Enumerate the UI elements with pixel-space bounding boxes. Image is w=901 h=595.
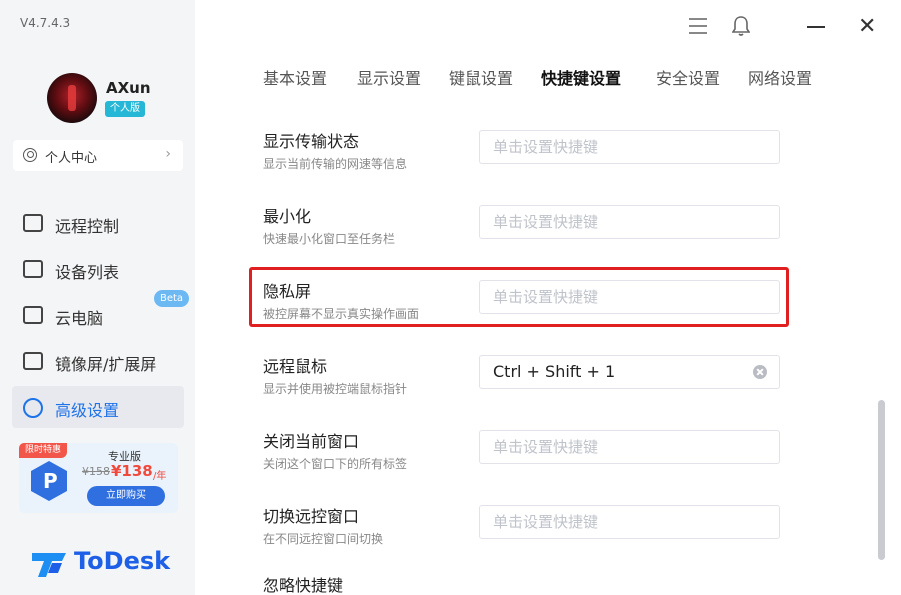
device-list-icon: [23, 260, 43, 278]
sidebar-item-advanced-settings[interactable]: 高级设置: [12, 386, 184, 428]
beta-badge: Beta: [154, 290, 190, 307]
hotkey-input-remote-mouse[interactable]: Ctrl + Shift + 1: [479, 355, 780, 389]
shortcut-title: 最小化: [263, 207, 312, 226]
hotkey-input-switch-window[interactable]: 单击设置快捷键: [479, 505, 780, 539]
hotkey-input-transfer-status[interactable]: 单击设置快捷键: [479, 130, 780, 164]
shortcut-title: 关闭当前窗口: [263, 432, 360, 451]
plan-badge: 个人版: [105, 101, 145, 117]
hotkey-input-close-window[interactable]: 单击设置快捷键: [479, 430, 780, 464]
promo-tag: 限时特惠: [19, 443, 68, 458]
bell-icon[interactable]: [732, 15, 750, 37]
sidebar: V4.7.4.3 AXun 个人版 个人中心 › 远程控制 设备列表 云电脑 B…: [0, 0, 195, 595]
close-icon[interactable]: ✕: [858, 16, 876, 38]
promo-card[interactable]: 限时特惠 P 专业版 ¥158 ¥138 /年 立即购买: [19, 443, 178, 513]
shortcut-title: 远程鼠标: [263, 357, 328, 376]
tab-network[interactable]: 网络设置: [748, 65, 812, 89]
hotkey-input-minimize[interactable]: 单击设置快捷键: [479, 205, 780, 239]
shortcut-title: 忽略快捷键: [263, 576, 344, 595]
sidebar-item-label: 远程控制: [55, 217, 120, 236]
shortcut-title: 切换远控窗口: [263, 507, 360, 526]
shortcut-desc: 在不同远控窗口间切换: [263, 532, 384, 546]
menu-icon[interactable]: [689, 18, 707, 34]
brand-name: ToDesk: [74, 547, 171, 575]
sidebar-item-label: 镜像屏/扩展屏: [55, 355, 157, 374]
shortcut-desc: 显示并使用被控端鼠标指针: [263, 382, 408, 396]
sidebar-item-device-list[interactable]: 设备列表: [12, 248, 184, 290]
avatar[interactable]: [47, 73, 97, 123]
user-icon: [23, 148, 37, 162]
price-old: ¥158: [82, 465, 110, 478]
sidebar-item-label: 云电脑: [55, 309, 104, 328]
pro-letter: P: [43, 469, 58, 493]
tab-shortcuts[interactable]: 快捷键设置: [541, 65, 621, 89]
app-version: V4.7.4.3: [20, 16, 71, 30]
clear-icon[interactable]: [753, 365, 767, 379]
shortcut-title: 显示传输状态: [263, 132, 360, 151]
tab-display[interactable]: 显示设置: [357, 65, 421, 89]
shortcut-desc: 快速最小化窗口至任务栏: [263, 232, 396, 246]
mirror-screen-icon: [23, 352, 43, 370]
username: AXun: [106, 79, 151, 97]
price-unit: /年: [153, 471, 167, 482]
sidebar-item-label: 高级设置: [55, 401, 120, 420]
buy-now-button[interactable]: 立即购买: [87, 486, 165, 506]
sidebar-item-remote-control[interactable]: 远程控制: [12, 202, 184, 244]
remote-control-icon: [23, 214, 43, 232]
hotkey-value: Ctrl + Shift + 1: [493, 362, 616, 381]
shortcut-desc: 显示当前传输的网速等信息: [263, 157, 408, 171]
personal-center-label: 个人中心: [45, 151, 98, 166]
minimize-icon[interactable]: [807, 26, 825, 28]
price-new: ¥138: [111, 462, 153, 480]
tab-keyboard-mouse[interactable]: 键鼠设置: [449, 65, 513, 89]
chevron-right-icon: ›: [165, 146, 171, 162]
todesk-logo-icon: [32, 553, 66, 577]
personal-center-button[interactable]: 个人中心 ›: [13, 140, 183, 171]
highlight-box: [249, 267, 789, 327]
avatar-figure: [68, 85, 76, 111]
advanced-settings-icon: [23, 398, 43, 418]
shortcut-desc: 关闭这个窗口下的所有标签: [263, 457, 408, 471]
sidebar-item-label: 设备列表: [55, 263, 120, 282]
tab-security[interactable]: 安全设置: [656, 65, 720, 89]
cloud-pc-icon: [23, 306, 43, 324]
scrollbar[interactable]: [878, 400, 885, 560]
tab-basic[interactable]: 基本设置: [263, 65, 327, 89]
sidebar-item-mirror-screen[interactable]: 镜像屏/扩展屏: [12, 340, 184, 382]
